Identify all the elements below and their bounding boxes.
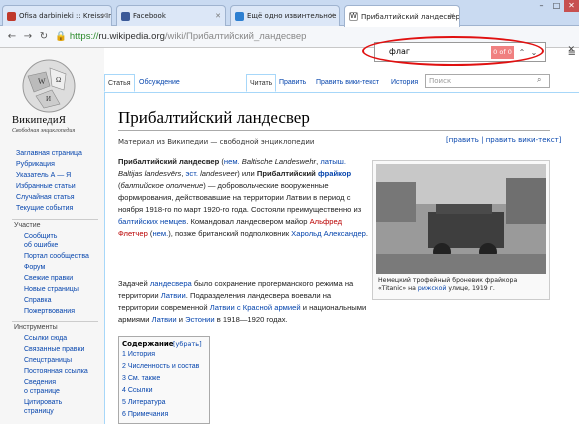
find-match-count: 0 of 0	[491, 46, 514, 59]
find-next-icon[interactable]: ⌄	[529, 46, 539, 59]
minimize-icon[interactable]: –	[534, 0, 549, 12]
sidebar-item-permalink[interactable]: Постоянная ссылка	[24, 368, 88, 375]
sidebar-divider	[12, 321, 98, 322]
sidebar-item-info-2[interactable]: о странице	[24, 388, 60, 395]
sidebar-item-whatlinks[interactable]: Ссылки сюда	[24, 335, 67, 342]
edit-links[interactable]: [править | править вики-текст]	[446, 136, 561, 144]
wikipedia-globe-logo[interactable]: W Ω И	[16, 56, 82, 118]
close-tab-icon[interactable]: ✕	[449, 12, 455, 20]
wikipedia-wordmark: ВикипедиЯ	[12, 115, 67, 126]
tab-read[interactable]: Читать	[246, 74, 277, 92]
find-input[interactable]: флаг	[389, 47, 410, 56]
toc-item[interactable]: 5 Литература	[122, 399, 166, 406]
sidebar-item-random[interactable]: Случайная статья	[16, 194, 75, 201]
sidebar-item-current[interactable]: Текущие события	[16, 205, 73, 212]
sidebar-item-index[interactable]: Указатель А — Я	[16, 172, 71, 179]
back-icon[interactable]: ←	[4, 29, 20, 45]
toc-item[interactable]: 3 См. также	[122, 375, 160, 382]
body-paragraph: Задачей ландесвера было сохранение проге…	[118, 279, 367, 324]
browser-menu-icon[interactable]: ≡	[568, 48, 576, 59]
toc-item[interactable]: 2 Численность и состав	[122, 363, 199, 370]
browser-tab[interactable]: Facebook ✕	[116, 5, 226, 26]
sidebar-item-recent[interactable]: Свежие правки	[24, 275, 73, 282]
close-tab-icon[interactable]: ✕	[101, 12, 107, 20]
sidebar-item-donate[interactable]: Пожертвования	[24, 308, 75, 315]
sidebar-item-related[interactable]: Связанные правки	[24, 346, 84, 353]
wikipedia-favicon-icon: W	[349, 12, 358, 21]
toc-toggle[interactable]: [убрать]	[173, 340, 202, 348]
close-tab-icon[interactable]: ✕	[215, 12, 221, 20]
favicon-icon	[121, 11, 130, 21]
lead-paragraph: Прибалтийский ландесвер (нем. Baltische …	[118, 157, 369, 238]
browser-tab-active[interactable]: W Прибалтийский ландесвер ✕	[344, 5, 460, 27]
title-divider	[118, 130, 550, 131]
sidebar-item-portal[interactable]: Портал сообщества	[24, 253, 89, 260]
browser-tab[interactable]: Ещё одно извинтельное "ис ✕	[230, 5, 340, 26]
sidebar-item-categories[interactable]: Рубрикация	[16, 161, 55, 168]
sidebar-item-report[interactable]: Сообщить	[24, 233, 57, 240]
toc-item[interactable]: 1 История	[122, 351, 155, 358]
search-icon[interactable]: ⌕	[537, 75, 541, 85]
sidebar-item-special[interactable]: Спецстраницы	[24, 357, 72, 364]
tab-edit-source[interactable]: Править вики-текст	[313, 74, 382, 92]
sidebar-item-info[interactable]: Сведения	[24, 379, 56, 386]
sidebar-item-report-2[interactable]: об ошибке	[24, 242, 58, 249]
armored-car-photo[interactable]	[376, 164, 546, 274]
lock-icon: 🔒	[55, 31, 67, 42]
find-bar: флаг 0 of 0 ⌃ ⌄ ✕	[374, 42, 575, 62]
maximize-icon[interactable]: □	[549, 0, 564, 12]
tab-talk[interactable]: Обсуждение	[136, 74, 183, 92]
tab-edit[interactable]: Править	[276, 74, 309, 92]
sidebar-divider	[12, 219, 98, 220]
thumbnail-caption: Немецкий трофейный броневик фрайкора «Ti…	[378, 277, 518, 292]
sidebar-item-main[interactable]: Заглавная страница	[16, 150, 82, 157]
tab-history[interactable]: История	[388, 74, 421, 92]
svg-text:W: W	[38, 77, 46, 86]
favicon-icon	[7, 11, 16, 21]
sidebar-item-featured[interactable]: Избранные статьи	[16, 183, 76, 190]
wikipedia-tagline: Свободная энциклопедия	[12, 128, 76, 134]
sidebar-item-cite-2[interactable]: страницу	[24, 408, 54, 415]
browser-tabstrip: Ofisa darbinieki :: Kreiss Info ✕ Facebo…	[0, 0, 579, 27]
find-previous-icon[interactable]: ⌃	[517, 46, 527, 59]
sidebar-heading-participation: Участие	[14, 222, 41, 229]
browser-tab[interactable]: Ofisa darbinieki :: Kreiss Info ✕	[2, 5, 112, 26]
favicon-icon	[235, 11, 244, 21]
url-field[interactable]: 🔒 https://ru.wikipedia.org/wiki/Прибалтий…	[55, 29, 355, 45]
sidebar-item-new-pages[interactable]: Новые страницы	[24, 286, 79, 293]
forward-icon[interactable]: →	[20, 29, 36, 45]
site-subtitle: Материал из Википедии — свободной энцикл…	[118, 138, 315, 146]
sidebar-heading-tools: Инструменты	[14, 324, 58, 331]
sidebar-item-help[interactable]: Справка	[24, 297, 51, 304]
svg-text:Ω: Ω	[56, 76, 61, 84]
page-title: Прибалтийский ландесвер	[118, 108, 310, 127]
tab-article[interactable]: Статья	[104, 74, 135, 92]
toc-item[interactable]: 4 Ссылки	[122, 387, 152, 394]
sidebar-item-forum[interactable]: Форум	[24, 264, 45, 271]
svg-text:И: И	[46, 95, 51, 103]
toc-title: Содержание	[122, 340, 174, 348]
toc-item[interactable]: 6 Примечания	[122, 411, 168, 418]
close-tab-icon[interactable]: ✕	[329, 12, 335, 20]
reload-icon[interactable]: ↻	[36, 29, 52, 45]
sidebar-item-cite[interactable]: Цитировать	[24, 399, 62, 406]
search-input[interactable]: Поиск	[425, 74, 550, 88]
close-window-icon[interactable]: ✕	[564, 0, 579, 12]
